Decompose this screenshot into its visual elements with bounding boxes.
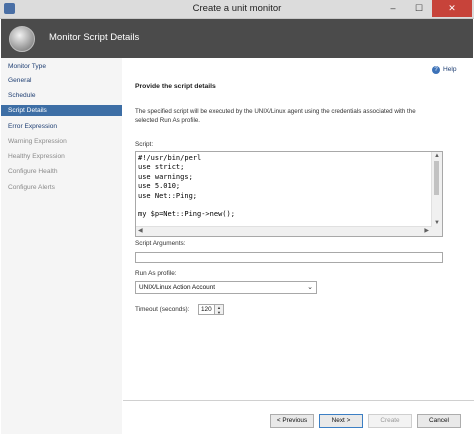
timeout-label: Timeout (seconds):: [135, 306, 190, 313]
sidebar-item-general[interactable]: General: [1, 75, 122, 86]
page-title: Monitor Script Details: [49, 32, 140, 43]
cancel-button[interactable]: Cancel: [417, 414, 461, 428]
timeout-input[interactable]: 120: [198, 304, 215, 315]
script-text[interactable]: #!/usr/bin/perl use strict; use warnings…: [138, 154, 235, 220]
help-label: Help: [443, 66, 457, 73]
chevron-down-icon: ⌄: [307, 284, 313, 291]
scroll-left-icon[interactable]: ◀: [138, 227, 143, 235]
sidebar-item-error-expression[interactable]: Error Expression: [1, 121, 122, 132]
help-icon: ?: [432, 66, 440, 74]
wizard-steps-sidebar: Monitor Type General Schedule Script Det…: [1, 58, 122, 434]
footer-divider: [123, 400, 474, 401]
previous-button[interactable]: < Previous: [270, 414, 314, 428]
sidebar-item-configure-health: Configure Health: [8, 168, 58, 175]
next-button[interactable]: Next >: [319, 414, 363, 428]
scrollbar-corner: [432, 227, 442, 236]
help-link[interactable]: ? Help: [432, 66, 457, 74]
section-description: The specified script will be executed by…: [135, 108, 416, 124]
run-as-profile-label: Run As profile:: [135, 270, 177, 277]
create-button: Create: [368, 414, 412, 428]
monitor-icon: [9, 26, 35, 52]
script-arguments-label: Script Arguments:: [135, 240, 186, 247]
scroll-thumb[interactable]: [434, 161, 439, 195]
scroll-down-icon[interactable]: ▼: [434, 219, 440, 227]
script-label: Script:: [135, 141, 154, 148]
maximize-button[interactable]: ☐: [406, 0, 432, 17]
timeout-stepper[interactable]: ▲ ▼: [214, 304, 224, 315]
section-title: Provide the script details: [135, 83, 216, 90]
page-header: Monitor Script Details: [1, 19, 473, 58]
run-as-profile-select[interactable]: UNIX/Linux Action Account ⌄: [135, 281, 317, 294]
sidebar-item-healthy-expression: Healthy Expression: [8, 153, 65, 160]
close-button[interactable]: ✕: [432, 0, 472, 17]
sidebar-item-monitor-type[interactable]: Monitor Type: [1, 61, 122, 72]
sidebar-item-configure-alerts: Configure Alerts: [8, 184, 55, 191]
script-arguments-input[interactable]: [135, 252, 443, 263]
timeout-value[interactable]: 120: [201, 306, 212, 313]
script-editor[interactable]: #!/usr/bin/perl use strict; use warnings…: [135, 151, 443, 237]
scroll-right-icon[interactable]: ▶: [424, 227, 429, 235]
sidebar-item-warning-expression: Warning Expression: [8, 138, 67, 145]
scroll-up-icon[interactable]: ▲: [434, 152, 440, 160]
minimize-button[interactable]: –: [380, 0, 406, 17]
script-horizontal-scrollbar[interactable]: ◀ ▶: [136, 226, 432, 236]
sidebar-item-schedule[interactable]: Schedule: [1, 90, 122, 101]
sidebar-item-script-details[interactable]: Script Details: [1, 105, 122, 116]
title-bar: Create a unit monitor – ☐ ✕: [0, 0, 474, 19]
run-as-profile-value: UNIX/Linux Action Account: [139, 284, 216, 291]
script-vertical-scrollbar[interactable]: ▲ ▼: [431, 152, 442, 228]
